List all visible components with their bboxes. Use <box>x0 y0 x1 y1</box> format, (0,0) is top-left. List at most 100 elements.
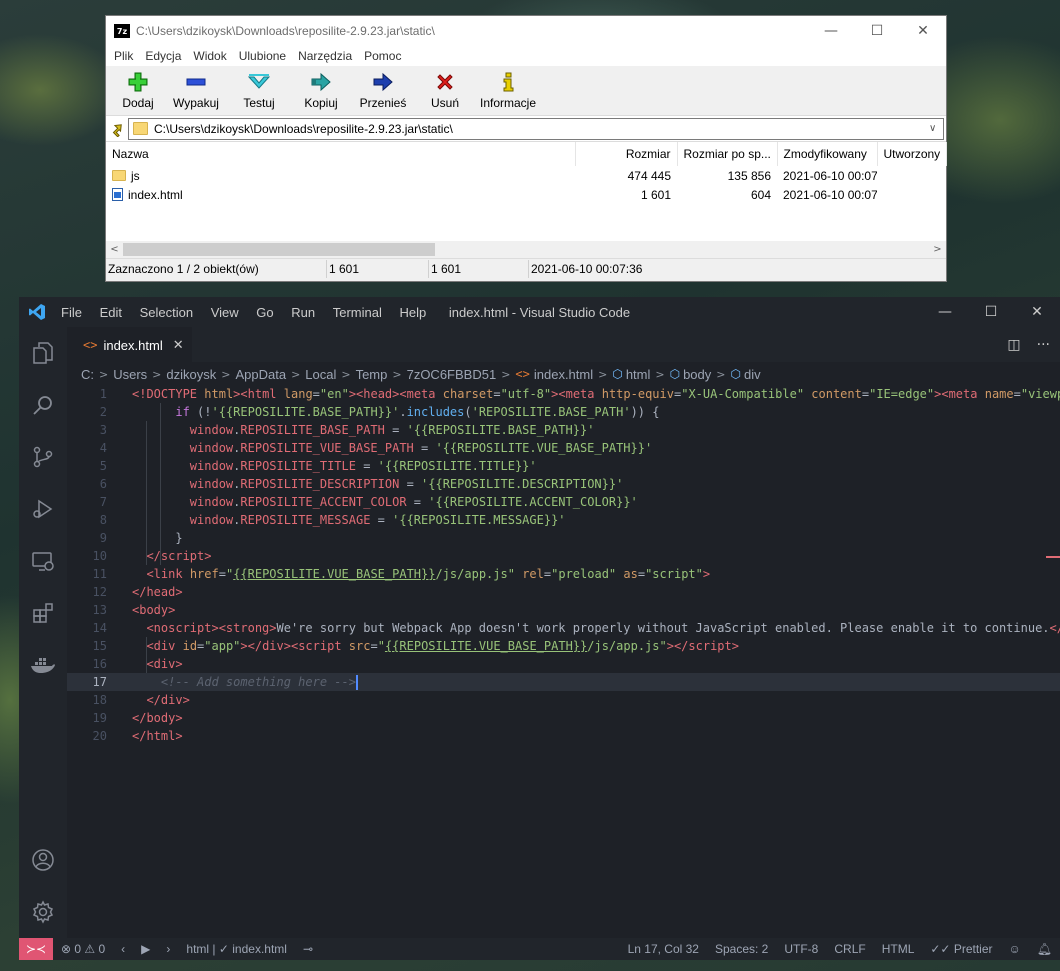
extensions-icon[interactable] <box>19 587 67 639</box>
docker-icon[interactable] <box>19 639 67 691</box>
minimize-button[interactable]: — <box>922 304 968 320</box>
code-editor[interactable]: 1 <!DOCTYPE html><html lang="en"><head><m… <box>67 385 1060 938</box>
menu-selection[interactable]: Selection <box>133 305 200 320</box>
explorer-icon[interactable] <box>19 327 67 379</box>
breadcrumb-item[interactable]: Local <box>305 367 336 382</box>
7zip-window: 7z C:\Users\dzikoysk\Downloads\reposilit… <box>105 15 947 282</box>
item-created <box>877 185 946 204</box>
breadcrumb-item[interactable]: AppData <box>235 367 286 382</box>
maximize-button[interactable]: ☐ <box>854 16 900 46</box>
menu-edycja[interactable]: Edycja <box>139 49 187 63</box>
cursor-position[interactable]: Ln 17, Col 32 <box>620 942 707 956</box>
column-name[interactable]: Nazwa <box>106 142 576 166</box>
nav-forward-icon[interactable]: › <box>158 942 178 956</box>
item-size: 474 445 <box>627 168 671 183</box>
more-actions-icon[interactable]: ··· <box>1037 337 1050 353</box>
scroll-right-icon[interactable]: > <box>929 244 946 255</box>
code-line: 8 window.REPOSILITE_MESSAGE = '{{REPOSIL… <box>99 513 566 527</box>
add-button[interactable]: Dodaj <box>114 66 162 110</box>
menu-plik[interactable]: Plik <box>108 49 139 63</box>
code-line: 18 </div> <box>92 693 190 707</box>
settings-gear-icon[interactable] <box>19 886 67 938</box>
move-arrow-icon <box>372 71 394 93</box>
source-control-icon[interactable] <box>19 431 67 483</box>
end-of-line[interactable]: CRLF <box>826 942 873 956</box>
activity-bar <box>19 327 67 938</box>
column-created[interactable]: Utworzony <box>877 142 947 166</box>
title-bar[interactable]: 7z C:\Users\dzikoysk\Downloads\reposilit… <box>106 16 946 46</box>
remote-indicator-icon[interactable]: ≻≺ <box>19 938 53 960</box>
menu-help[interactable]: Help <box>393 305 434 320</box>
git-commit-icon[interactable]: ⊸ <box>295 942 321 956</box>
minimize-button[interactable]: — <box>808 16 854 46</box>
breadcrumb-item[interactable]: dzikoysk <box>166 367 216 382</box>
menu-run[interactable]: Run <box>284 305 322 320</box>
menu-bar: Plik Edycja Widok Ulubione Narzędzia Pom… <box>106 46 946 66</box>
editor-tabs: <> index.html ✕ ◫ ··· <box>67 327 1060 362</box>
nav-back-icon[interactable]: ‹ <box>113 942 133 956</box>
column-packed-size[interactable]: Rozmiar po sp... <box>677 142 778 166</box>
indentation[interactable]: Spaces: 2 <box>707 942 776 956</box>
move-button[interactable]: Przenieś <box>354 66 412 110</box>
menu-narzedzia[interactable]: Narzędzia <box>292 49 358 63</box>
address-input[interactable]: C:\Users\dzikoysk\Downloads\reposilite-2… <box>128 117 944 140</box>
close-button[interactable]: ✕ <box>900 16 946 46</box>
menu-widok[interactable]: Widok <box>187 49 232 63</box>
breadcrumb-item[interactable]: ⬡ html <box>612 367 650 382</box>
column-size[interactable]: Rozmiar <box>575 142 678 166</box>
list-item[interactable]: index.html 1 601 604 2021-06-10 00:07 <box>106 185 946 204</box>
extract-button[interactable]: Wypakuj <box>166 66 226 110</box>
up-folder-button[interactable] <box>106 121 128 137</box>
list-item[interactable]: js 474 445 135 856 2021-06-10 00:07 <box>106 166 946 185</box>
breadcrumb-status[interactable]: html | ✓ index.html <box>178 942 295 956</box>
play-icon[interactable]: ▶ <box>133 942 158 956</box>
close-tab-icon[interactable]: ✕ <box>173 338 184 353</box>
chevron-down-icon[interactable]: ∨ <box>929 123 943 134</box>
vscode-logo-icon <box>19 303 54 321</box>
remote-explorer-icon[interactable] <box>19 535 67 587</box>
info-button[interactable]: Informacje <box>478 66 538 110</box>
menu-ulubione[interactable]: Ulubione <box>233 49 292 63</box>
scroll-thumb[interactable] <box>123 243 435 256</box>
feedback-icon[interactable]: ☺ <box>1001 942 1029 956</box>
title-bar[interactable]: File Edit Selection View Go Run Terminal… <box>19 297 1060 327</box>
breadcrumb-item[interactable]: Users <box>113 367 147 382</box>
breadcrumb-item[interactable]: Temp <box>356 367 388 382</box>
menu-file[interactable]: File <box>54 305 89 320</box>
menu-edit[interactable]: Edit <box>93 305 129 320</box>
breadcrumb-item[interactable]: C: <box>81 367 94 382</box>
encoding[interactable]: UTF-8 <box>776 942 826 956</box>
tab-index-html[interactable]: <> index.html ✕ <box>67 327 192 362</box>
delete-button[interactable]: Usuń <box>416 66 474 110</box>
search-icon[interactable] <box>19 379 67 431</box>
status-packed: 1 601 <box>429 259 529 278</box>
menu-terminal[interactable]: Terminal <box>326 305 389 320</box>
language-mode[interactable]: HTML <box>874 942 923 956</box>
copy-button[interactable]: Kopiuj <box>292 66 350 110</box>
horizontal-scrollbar[interactable]: < > <box>106 241 946 258</box>
code-line: 15 <div id="app"></div><script src="{{RE… <box>92 639 739 653</box>
account-icon[interactable] <box>19 834 67 886</box>
html-file-icon: <> <box>83 338 98 352</box>
split-editor-icon[interactable]: ◫ <box>1007 337 1020 353</box>
menu-view[interactable]: View <box>204 305 246 320</box>
scroll-track[interactable] <box>123 242 929 257</box>
run-debug-icon[interactable] <box>19 483 67 535</box>
html-file-icon: <> <box>515 367 530 381</box>
maximize-button[interactable]: ☐ <box>968 304 1014 320</box>
column-modified[interactable]: Zmodyfikowany <box>777 142 878 166</box>
notifications-bell-icon[interactable]: 🔔︎ <box>1029 942 1060 956</box>
menu-go[interactable]: Go <box>249 305 280 320</box>
problems-indicator[interactable]: ⊗ 0 ⚠ 0 <box>53 942 113 956</box>
vscode-window: File Edit Selection View Go Run Terminal… <box>19 297 1060 960</box>
close-button[interactable]: ✕ <box>1014 304 1060 320</box>
test-button[interactable]: Testuj <box>230 66 288 110</box>
breadcrumb-item[interactable]: ⬡ body <box>670 367 712 382</box>
scroll-left-icon[interactable]: < <box>106 244 123 255</box>
prettier-status[interactable]: ✓✓ Prettier <box>922 942 1000 956</box>
code-line: 11 <link href="{{REPOSILITE.VUE_BASE_PAT… <box>92 567 711 581</box>
breadcrumb-item[interactable]: 7zOC6FBBD51 <box>407 367 497 382</box>
menu-pomoc[interactable]: Pomoc <box>358 49 407 63</box>
breadcrumb-item[interactable]: <> index.html <box>515 367 593 382</box>
breadcrumb-item[interactable]: ⬡ div <box>731 367 761 382</box>
